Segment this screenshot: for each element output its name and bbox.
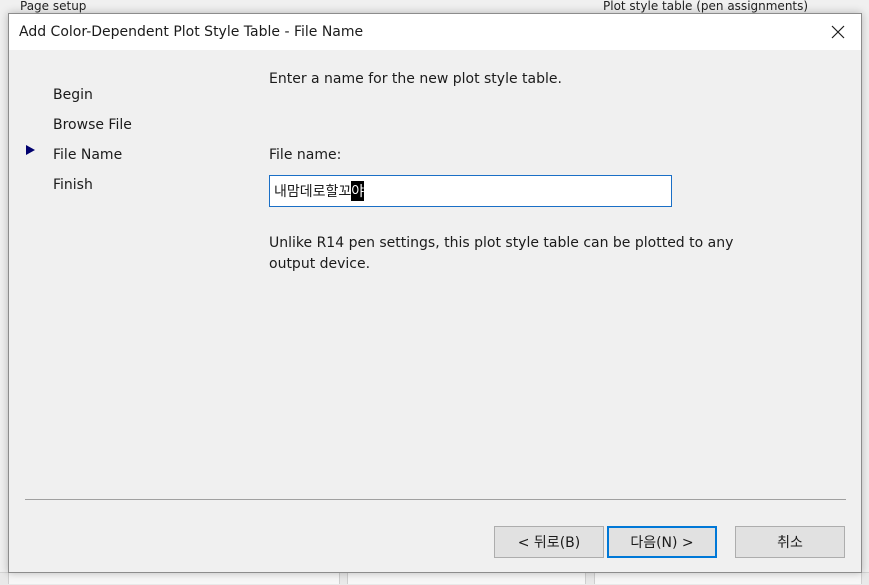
- back-button[interactable]: < 뒤로(B): [494, 526, 604, 558]
- title-bar: Add Color-Dependent Plot Style Table - F…: [9, 14, 861, 50]
- file-name-input[interactable]: 내맘데로할꼬 야: [269, 175, 672, 207]
- step-finish: Finish: [53, 177, 93, 193]
- background-panel: [594, 572, 862, 584]
- separator: [25, 499, 846, 500]
- file-name-value: 내맘데로할꼬: [274, 184, 352, 200]
- dialog-title: Add Color-Dependent Plot Style Table - F…: [19, 24, 364, 40]
- background-panel: [8, 572, 340, 584]
- step-file-name: File Name: [53, 147, 123, 163]
- plot-style-table-label: Plot style table (pen assignments): [603, 0, 809, 13]
- close-icon: [831, 25, 845, 39]
- cancel-button[interactable]: 취소: [735, 526, 845, 558]
- page-setup-label: Page setup: [20, 0, 87, 13]
- note-text: Unlike R14 pen settings, this plot style…: [269, 235, 734, 272]
- step-begin: Begin: [53, 87, 93, 103]
- step-browse-file: Browse File: [53, 117, 132, 133]
- instruction-text: Enter a name for the new plot style tabl…: [269, 71, 562, 87]
- close-button[interactable]: [815, 14, 861, 50]
- add-plot-style-table-dialog: Add Color-Dependent Plot Style Table - F…: [8, 13, 862, 573]
- next-button[interactable]: 다음(N) >: [607, 526, 717, 558]
- background-panel: [347, 572, 586, 584]
- file-name-label: File name:: [269, 147, 342, 163]
- ime-composing-char: 야: [351, 181, 365, 201]
- arrow-right-icon: [26, 145, 35, 155]
